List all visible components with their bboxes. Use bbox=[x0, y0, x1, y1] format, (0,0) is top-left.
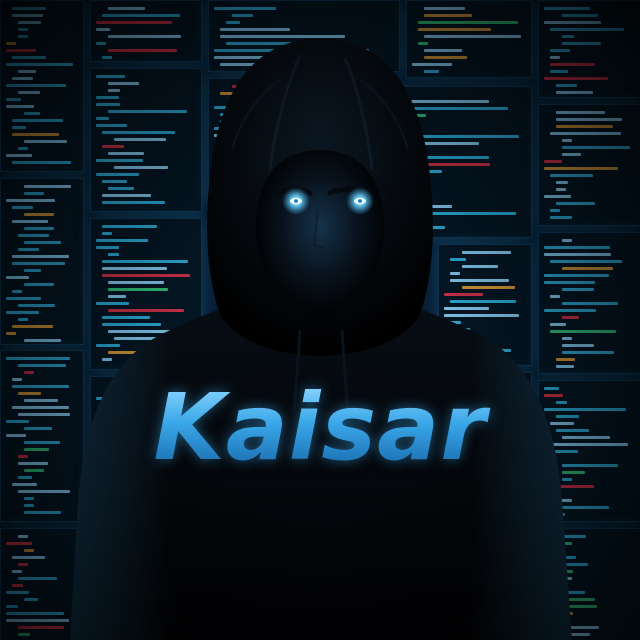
hacker-poster: Kaisar bbox=[0, 0, 640, 640]
brand-title: Kaisar bbox=[0, 382, 640, 474]
hooded-figure-icon bbox=[70, 38, 572, 640]
